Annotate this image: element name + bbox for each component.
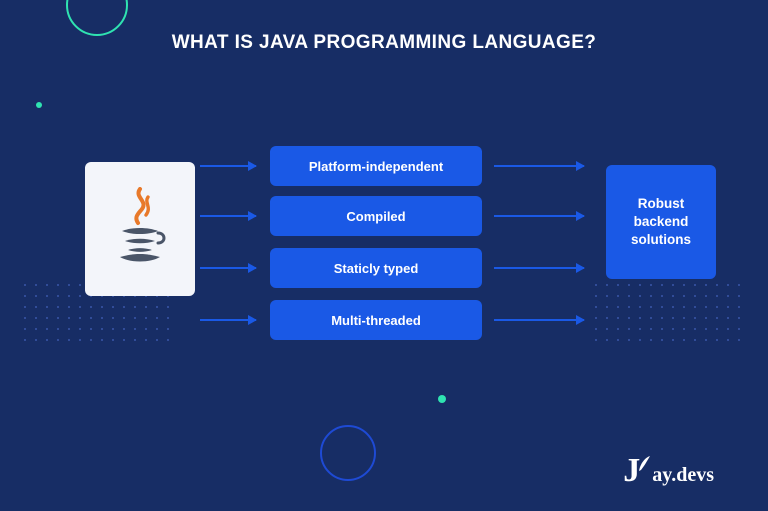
arrow-icon xyxy=(494,165,584,167)
feather-icon xyxy=(637,455,651,473)
arrow-icon xyxy=(494,319,584,321)
decorative-circle-bottom xyxy=(320,425,376,481)
arrow-icon xyxy=(200,165,256,167)
arrow-icon xyxy=(494,267,584,269)
feature-pill: Compiled xyxy=(270,196,482,236)
arrow-icon xyxy=(494,215,584,217)
arrow-icon xyxy=(200,215,256,217)
decorative-dot xyxy=(438,395,446,403)
brand-logo: J ay.devs xyxy=(623,456,714,487)
decorative-dot xyxy=(36,102,42,108)
page-title: WHAT IS JAVA PROGRAMMING LANGUAGE? xyxy=(0,32,768,54)
result-box: Robust backend solutions xyxy=(606,165,716,279)
java-logo-icon xyxy=(110,187,170,272)
arrow-icon xyxy=(200,267,256,269)
arrow-icon xyxy=(200,319,256,321)
dot-pattern-right xyxy=(595,284,740,341)
decorative-circle-top xyxy=(66,0,128,36)
feature-pill: Platform-independent xyxy=(270,146,482,186)
feature-pill: Staticly typed xyxy=(270,248,482,288)
feature-pill: Multi-threaded xyxy=(270,300,482,340)
java-logo-card xyxy=(85,162,195,296)
brand-text: ay.devs xyxy=(652,464,714,487)
